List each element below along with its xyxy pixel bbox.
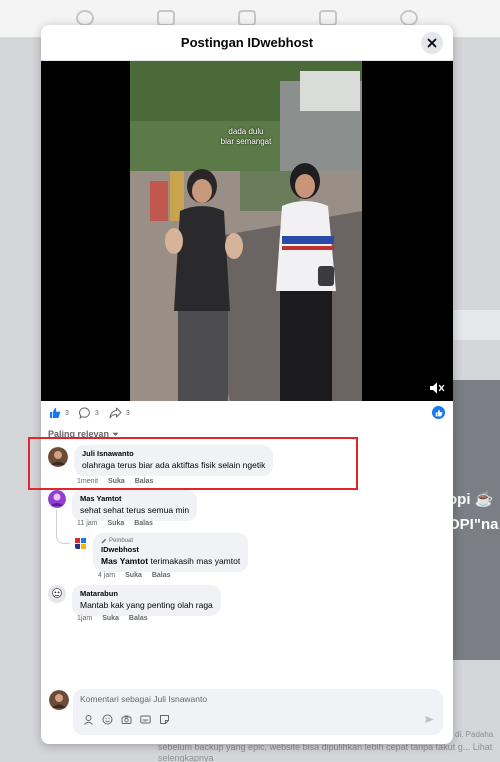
share-icon	[109, 407, 122, 419]
avatar-image	[48, 585, 66, 603]
thumbs-up-icon	[50, 408, 61, 418]
reply-button[interactable]: Balas	[152, 572, 171, 579]
avatar[interactable]	[48, 585, 66, 603]
like-button[interactable]: Suka	[108, 520, 125, 527]
reply-item: Pembuat IDwebhost Mas Yamtot terimakasih…	[75, 533, 249, 572]
like-count: 3	[65, 409, 69, 417]
like-button[interactable]: Suka	[125, 572, 142, 579]
comment-reply-text: terimakasih mas yamtot	[148, 556, 241, 566]
share-action[interactable]: 3	[109, 407, 130, 419]
comment-composer: Komentari sebagai Juli Isnawanto GIF	[49, 689, 447, 735]
video-frame: dada dulu biar semangat	[130, 61, 362, 401]
background-card-text: opi ☕	[448, 491, 494, 508]
groups-nav-icon	[400, 10, 418, 26]
composer-avatar	[49, 690, 69, 710]
video-scene	[130, 61, 362, 401]
close-icon	[427, 38, 437, 48]
comment-bubble: Matarabun Mantab kak yang penting olah r…	[72, 585, 221, 616]
avatar[interactable]	[75, 537, 87, 549]
comment-item: Matarabun Mantab kak yang penting olah r…	[48, 585, 221, 616]
like-badge-icon	[435, 409, 442, 416]
comment-time[interactable]: 1jam	[77, 615, 92, 622]
comment-input[interactable]: Komentari sebagai Juli Isnawanto GIF	[73, 689, 443, 735]
comment-item: Mas Yamtot sehat sehat terus semua min	[48, 490, 198, 521]
background-strip	[453, 310, 500, 340]
background-post-text: sebelum backup yang epic, website bisa d…	[158, 742, 493, 762]
video-caption-line-1: dada dulu	[228, 127, 264, 136]
video-caption-line-2: biar semangat	[220, 137, 272, 146]
avatar-image	[48, 490, 66, 508]
marketplace-nav-icon	[238, 10, 256, 26]
reply-button[interactable]: Balas	[134, 520, 153, 527]
camera-icon[interactable]	[121, 714, 132, 725]
close-button[interactable]	[421, 32, 443, 54]
avatar[interactable]	[48, 490, 66, 508]
comment-count: 3	[94, 409, 99, 417]
comment-bubble: Mas Yamtot sehat sehat terus semua min	[72, 490, 198, 521]
creator-label: Pembuat	[109, 538, 134, 544]
comment-action[interactable]: 3	[78, 407, 99, 419]
comment-input-placeholder: Komentari sebagai Juli Isnawanto	[80, 694, 208, 704]
comment-author[interactable]: Mas Yamtot	[80, 494, 189, 504]
gif-icon[interactable]: GIF	[140, 714, 151, 725]
send-icon[interactable]	[424, 714, 435, 725]
composer-toolbar: GIF	[83, 714, 170, 725]
gaming-nav-icon	[319, 10, 337, 26]
post-dialog: Postingan IDwebhost dada dulu biar seman…	[41, 25, 453, 744]
comment-time[interactable]: 11 jam	[77, 520, 98, 527]
svg-text:GIF: GIF	[143, 718, 150, 722]
comment-actions: 11 jam Suka Balas	[77, 520, 153, 527]
comment-actions: 1jam Suka Balas	[77, 615, 148, 622]
comment-text: Mantab kak yang penting olah raga	[80, 600, 213, 610]
comment-author[interactable]: Matarabun	[80, 589, 213, 599]
like-action[interactable]: 3	[49, 407, 69, 419]
comment-author[interactable]: IDwebhost	[101, 545, 240, 555]
highlight-box	[28, 437, 358, 490]
thread-connector	[56, 510, 70, 544]
background-side-text: di. Padaha	[455, 730, 494, 739]
comment-text: Mas Yamtot terimakasih mas yamtot	[101, 555, 240, 567]
avatar-image	[49, 690, 69, 710]
pencil-icon	[101, 538, 107, 544]
mute-icon[interactable]	[429, 381, 445, 395]
avatar-sticker-icon[interactable]	[83, 714, 94, 725]
video-player[interactable]: dada dulu biar semangat	[41, 61, 453, 401]
comment-text: sehat sehat terus semua min	[80, 505, 190, 515]
chevron-down-icon	[112, 432, 119, 436]
reaction-bar: 3 3 3	[49, 405, 445, 421]
comment-icon	[78, 407, 90, 419]
home-nav-icon	[76, 10, 94, 26]
emoji-icon[interactable]	[102, 714, 113, 725]
like-button[interactable]: Suka	[102, 615, 119, 622]
comment-actions: 4 jam Suka Balas	[98, 572, 171, 579]
sticker-icon[interactable]	[159, 714, 170, 725]
comment-mention[interactable]: Mas Yamtot	[101, 556, 148, 566]
dialog-header: Postingan IDwebhost	[41, 25, 453, 61]
comment-time[interactable]: 4 jam	[98, 572, 115, 579]
comment-bubble: Pembuat IDwebhost Mas Yamtot terimakasih…	[93, 533, 249, 572]
background-card-text-2: OPI"na	[448, 516, 499, 533]
dialog-title: Postingan IDwebhost	[180, 35, 314, 50]
idwebhost-logo-icon	[75, 538, 86, 549]
video-nav-icon	[157, 10, 175, 26]
share-count: 3	[125, 409, 130, 417]
like-badge	[432, 406, 445, 419]
video-caption: dada dulu biar semangat	[130, 127, 362, 147]
creator-tag: Pembuat	[101, 537, 240, 545]
reply-button[interactable]: Balas	[129, 615, 148, 622]
